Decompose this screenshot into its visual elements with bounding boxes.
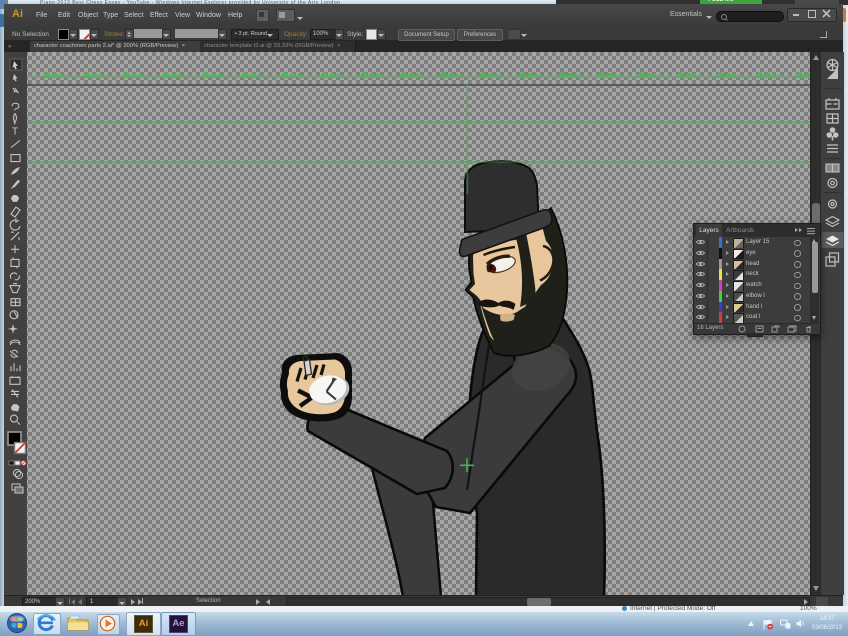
svg-text:T: T bbox=[12, 126, 18, 137]
